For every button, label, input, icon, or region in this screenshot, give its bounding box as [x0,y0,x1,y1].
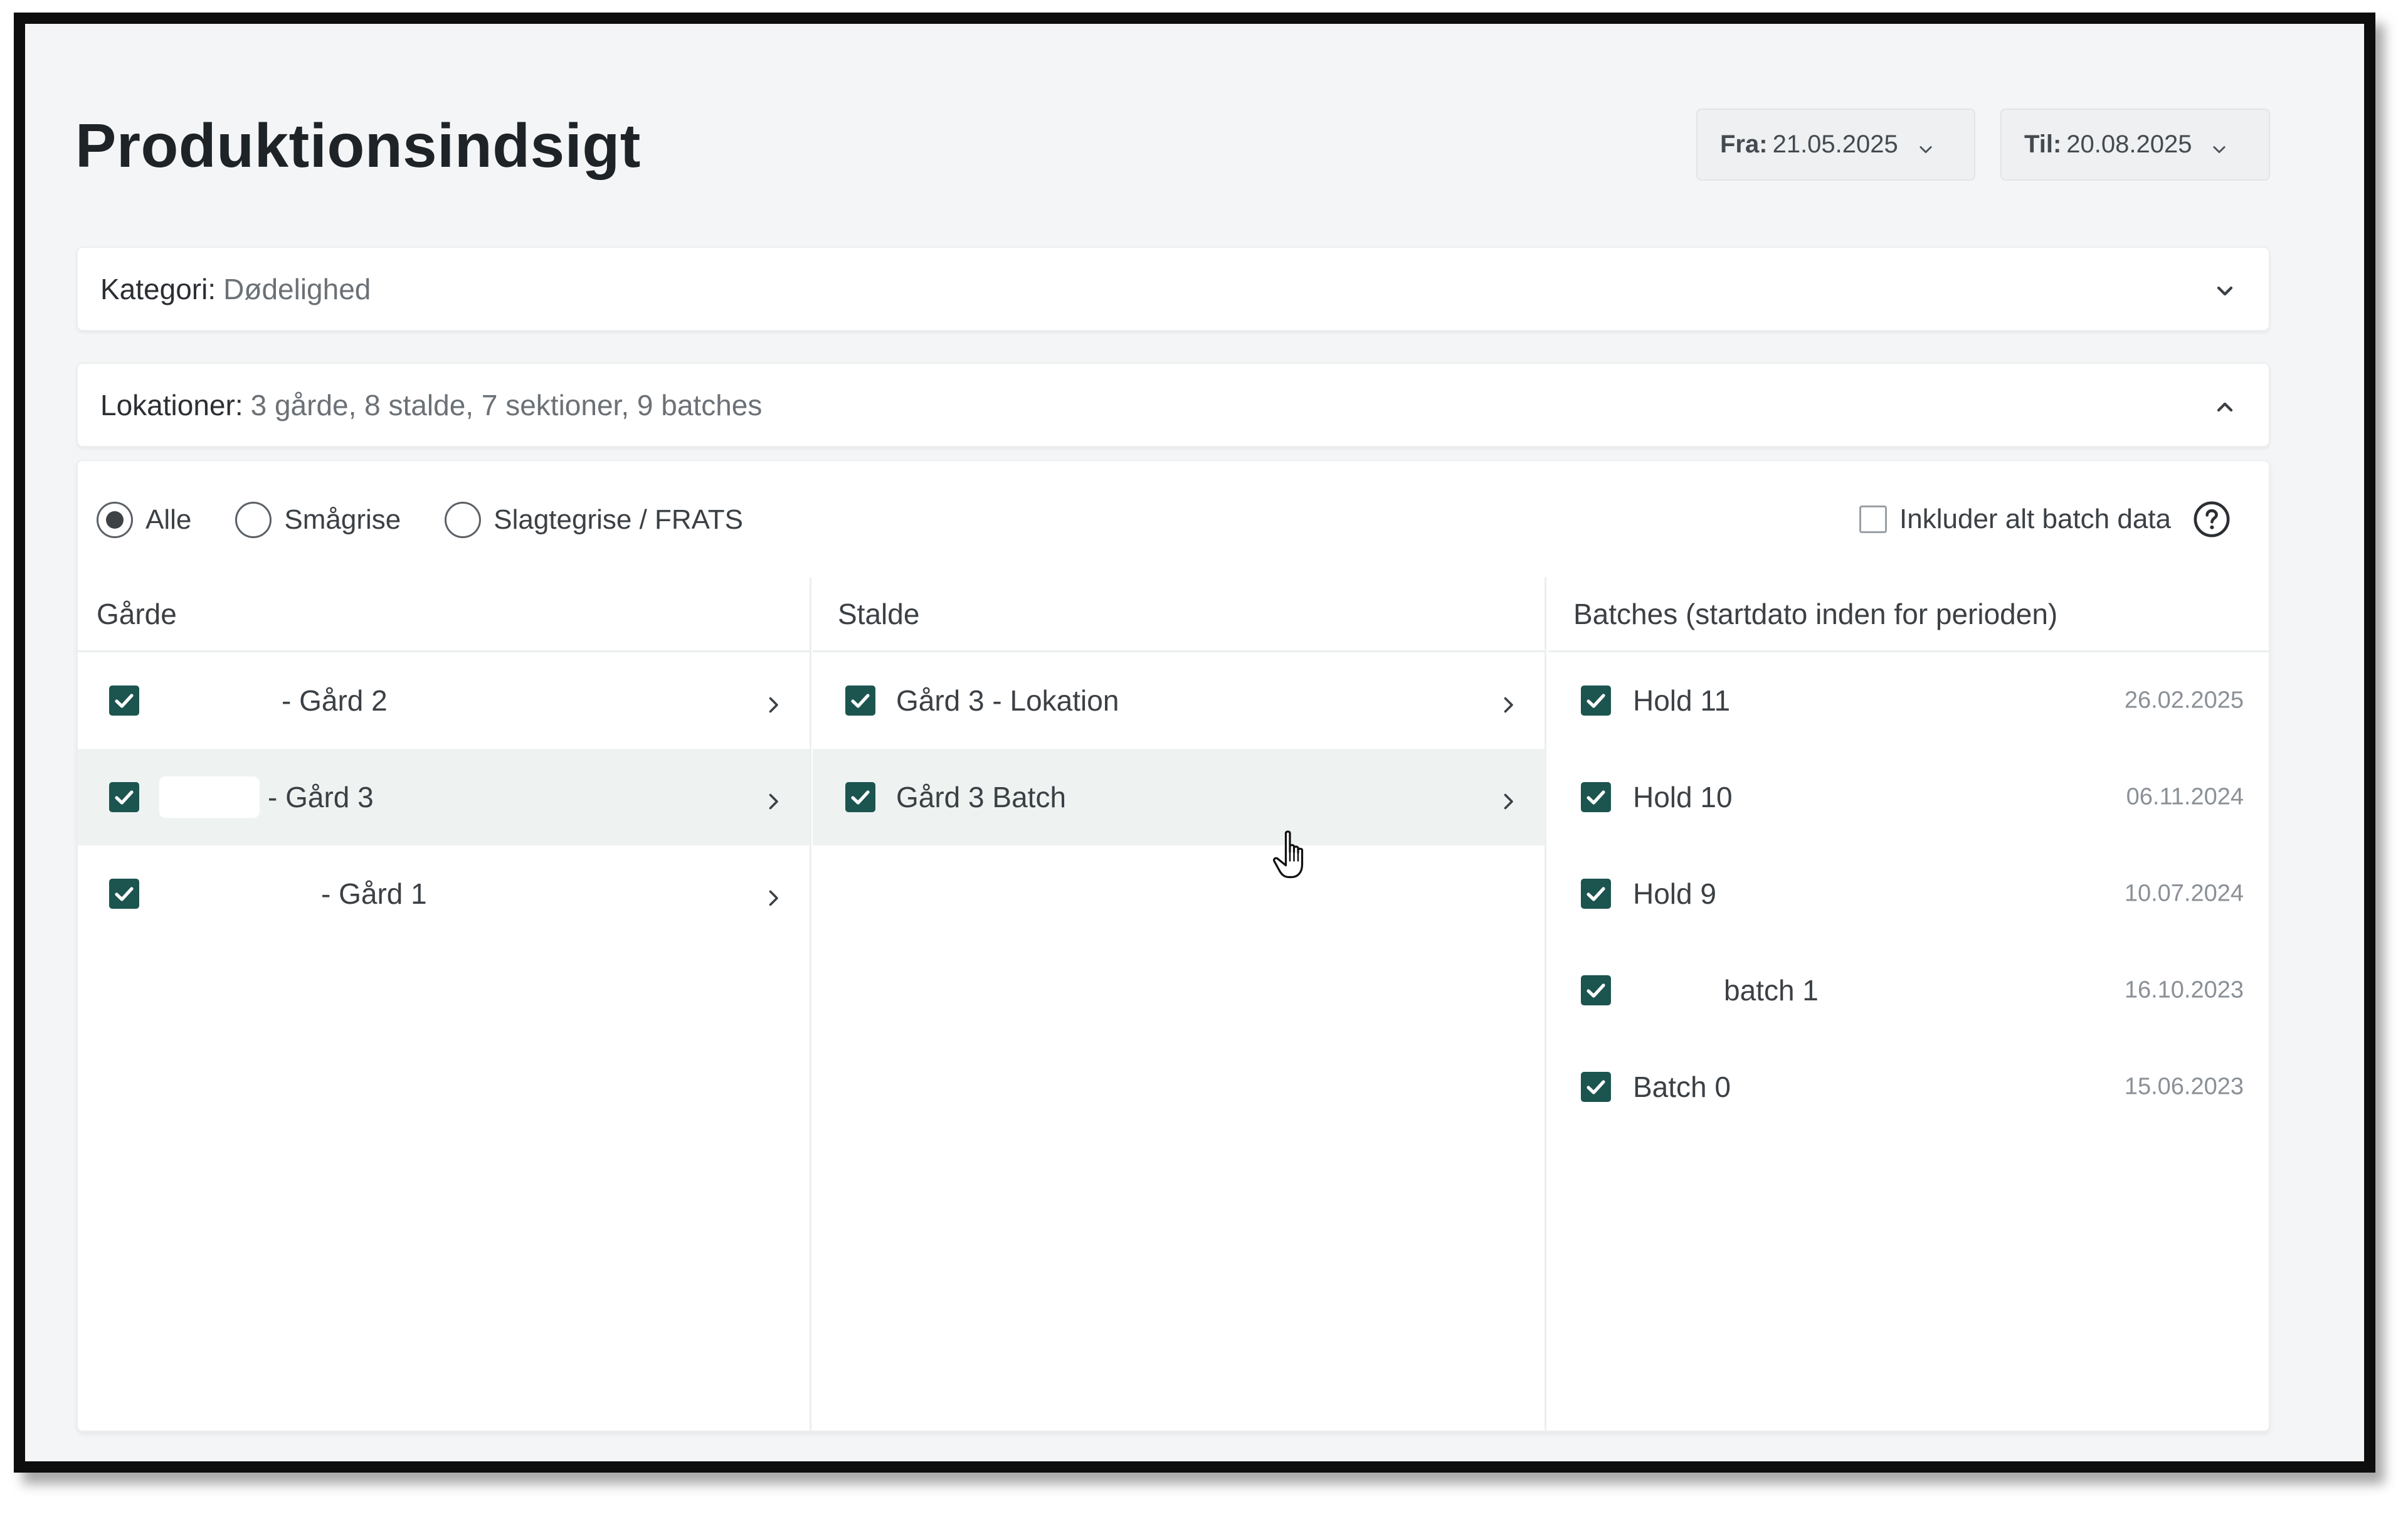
radio-slagtegrise[interactable]: Slagtegrise / FRATS [445,502,743,538]
checkmark-icon [1587,790,1605,805]
category-value: Dødelighed [223,272,371,305]
checkbox-checked[interactable] [109,686,139,716]
checkmark-icon [1587,983,1605,998]
checkmark-icon [1587,887,1605,901]
batch-row[interactable]: batch 1 16.10.2023 [1548,942,2269,1039]
batch-start-date: 15.06.2023 [2124,1073,2244,1100]
checkbox-checked[interactable] [1581,1072,1611,1102]
checkmark-icon [1587,694,1605,708]
checkmark-icon [115,790,134,805]
window-frame: Produktionsindsigt Fra: 21.05.2025 Til: … [14,13,2375,1473]
category-label: Kategori: [100,272,216,305]
locations-value: 3 gårde, 8 stalde, 7 sektioner, 9 batche… [250,388,763,421]
date-to-label: Til: [2024,130,2062,158]
chevron-up-icon [2212,393,2237,418]
checkbox-checked[interactable] [1581,686,1611,716]
checkmark-icon [851,790,870,805]
checkmark-icon [1587,1080,1605,1094]
batch-start-date: 10.07.2024 [2124,880,2244,907]
stable-row[interactable]: Gård 3 - Lokation [813,652,1545,749]
page-content: Produktionsindsigt Fra: 21.05.2025 Til: … [25,24,2364,1461]
help-icon[interactable] [2192,500,2231,539]
farms-column: Gårde - Gård 2 - Gård 3 - Gård 1 [78,577,811,1431]
chevron-right-icon[interactable] [762,689,784,713]
batch-start-date: 16.10.2023 [2124,977,2244,1003]
category-accordion[interactable]: Kategori: Dødelighed [77,246,2270,331]
batch-row[interactable]: Batch 0 15.06.2023 [1548,1039,2269,1135]
farm-row[interactable]: - Gård 1 [78,845,810,942]
batch-name: batch 1 [1724,974,1819,1007]
stables-column-header: Stalde [813,577,1545,652]
batch-name: Hold 9 [1633,877,1716,910]
checkbox-checked[interactable] [845,686,875,716]
checkbox-checked[interactable] [845,782,875,812]
checkmark-icon [115,887,134,901]
radio-smagrise[interactable]: Smågrise [235,502,401,538]
farms-column-header: Gårde [78,577,810,652]
radio-button[interactable] [97,502,133,538]
checkbox-checked[interactable] [1581,879,1611,909]
checkmark-icon [115,694,134,708]
batch-row[interactable]: Hold 9 10.07.2024 [1548,845,2269,942]
stable-name: Gård 3 - Lokation [896,684,1119,717]
checkbox-checked[interactable] [109,782,139,812]
batch-name: Hold 11 [1633,684,1731,717]
batch-start-date: 06.11.2024 [2126,783,2244,810]
hand-cursor-icon [1272,828,1316,885]
date-from-button[interactable]: Fra: 21.05.2025 [1696,109,1975,181]
checkbox-checked[interactable] [1581,782,1611,812]
chevron-right-icon[interactable] [1497,786,1519,810]
date-to-value: 20.08.2025 [2066,130,2192,158]
farm-name: - Gård 2 [282,684,388,717]
date-from-label: Fra: [1720,130,1768,158]
locations-accordion[interactable]: Lokationer: 3 gårde, 8 stalde, 7 sektion… [77,363,2270,447]
chevron-right-icon[interactable] [762,882,784,906]
chevron-down-icon [1917,136,1935,154]
date-from-value: 21.05.2025 [1772,130,1898,158]
radio-label: Slagtegrise / FRATS [494,504,743,535]
stable-row-active[interactable]: Gård 3 Batch [813,749,1545,845]
radio-button[interactable] [235,502,272,538]
animal-type-radio-group: Alle Smågrise Slagtegrise / FRATS [97,502,787,538]
radio-label: Smågrise [284,504,401,535]
radio-alle[interactable]: Alle [97,502,191,538]
batches-column: Batches (startdato inden for perioden) H… [1548,577,2269,1431]
radio-label: Alle [145,504,192,535]
farm-row-active[interactable]: - Gård 3 [78,749,810,845]
locations-label: Lokationer: [100,388,243,421]
stable-name: Gård 3 Batch [896,781,1067,813]
redacted-name-block [159,776,260,818]
chevron-down-icon [2212,277,2237,302]
date-to-button[interactable]: Til: 20.08.2025 [2000,109,2270,181]
chevron-down-icon [2210,136,2228,154]
batch-row[interactable]: Hold 10 06.11.2024 [1548,749,2269,845]
include-batch-option: Inkluder alt batch data [1859,500,2231,539]
locations-panel: Alle Smågrise Slagtegrise / FRATS Inklud… [77,460,2270,1432]
chevron-right-icon[interactable] [762,786,784,810]
stables-column: Stalde Gård 3 - Lokation Gård 3 Batch [813,577,1546,1431]
batch-name: Hold 10 [1633,781,1733,813]
page-title: Produktionsindsigt [75,111,641,180]
batch-name: Batch 0 [1633,1071,1731,1103]
chevron-right-icon[interactable] [1497,689,1519,713]
checkmark-icon [851,694,870,708]
batch-row[interactable]: Hold 11 26.02.2025 [1548,652,2269,749]
checkbox-checked[interactable] [1581,975,1611,1005]
radio-button[interactable] [445,502,482,538]
farm-name: - Gård 1 [321,877,427,910]
farm-row[interactable]: - Gård 2 [78,652,810,749]
farm-name: - Gård 3 [268,781,374,813]
batches-column-header: Batches (startdato inden for perioden) [1548,577,2269,652]
batch-start-date: 26.02.2025 [2124,687,2244,714]
include-batch-label: Inkluder alt batch data [1899,504,2171,534]
include-batch-checkbox[interactable] [1859,506,1888,533]
checkbox-checked[interactable] [109,879,139,909]
